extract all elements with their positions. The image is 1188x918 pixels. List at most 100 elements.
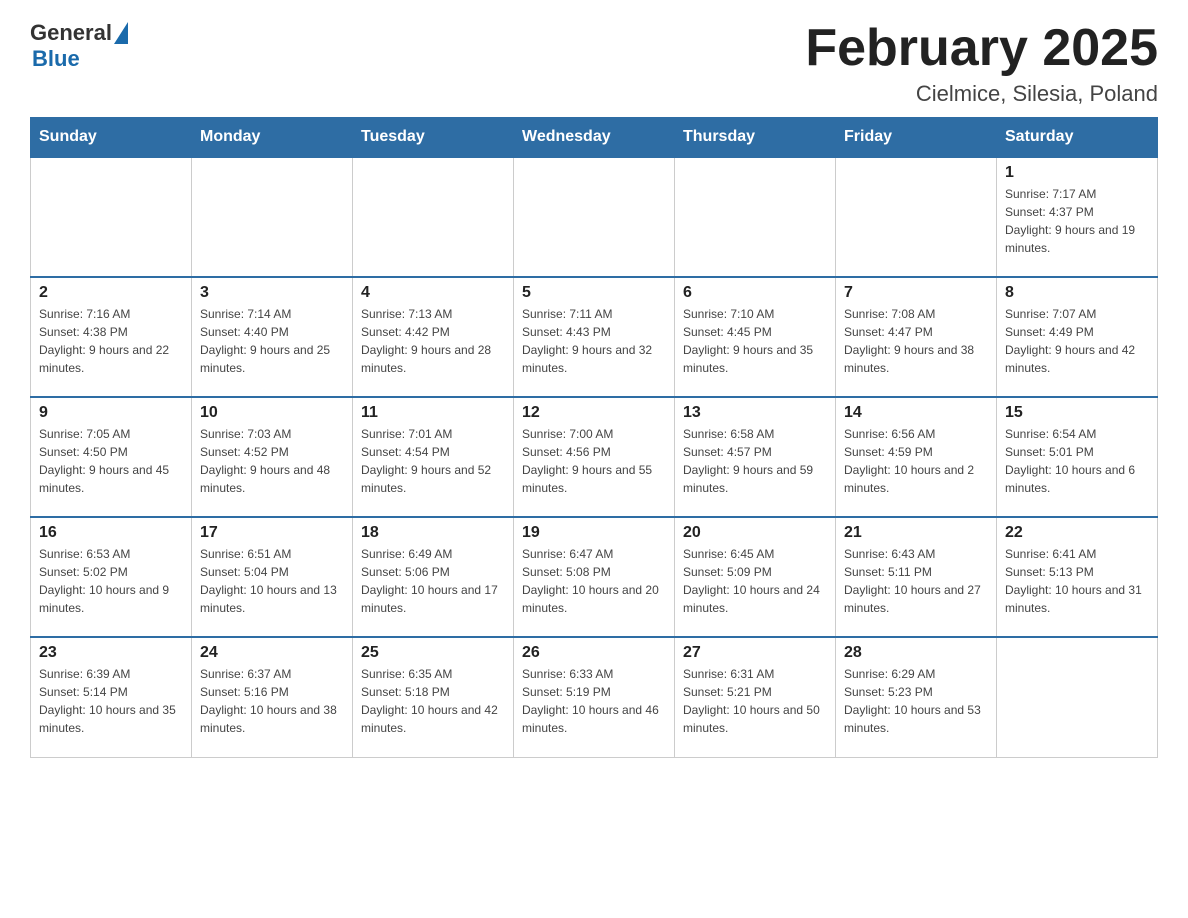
day-info: Sunrise: 6:49 AMSunset: 5:06 PMDaylight:… [361,545,505,617]
day-info: Sunrise: 6:51 AMSunset: 5:04 PMDaylight:… [200,545,344,617]
day-number: 17 [200,524,344,542]
day-number: 23 [39,644,183,662]
day-info: Sunrise: 6:35 AMSunset: 5:18 PMDaylight:… [361,665,505,737]
calendar-cell: 27 Sunrise: 6:31 AMSunset: 5:21 PMDayligh… [675,637,836,757]
calendar-cell: 18 Sunrise: 6:49 AMSunset: 5:06 PMDayligh… [353,517,514,637]
day-number: 14 [844,404,988,422]
day-number: 20 [683,524,827,542]
column-header-friday: Friday [836,118,997,158]
day-number: 13 [683,404,827,422]
calendar-week-row: 2Sunrise: 7:16 AMSunset: 4:38 PMDaylight… [31,277,1158,397]
calendar-cell [997,637,1158,757]
day-number: 7 [844,284,988,302]
calendar-cell: 20 Sunrise: 6:45 AMSunset: 5:09 PMDayligh… [675,517,836,637]
title-block: February 2025 Cielmice, Silesia, Poland [805,20,1158,107]
calendar-cell: 6Sunrise: 7:10 AMSunset: 4:45 PMDaylight… [675,277,836,397]
day-info: Sunrise: 7:17 AMSunset: 4:37 PMDaylight:… [1005,185,1149,257]
day-number: 27 [683,644,827,662]
day-number: 26 [522,644,666,662]
calendar-cell: 7Sunrise: 7:08 AMSunset: 4:47 PMDaylight… [836,277,997,397]
calendar-cell: 4 Sunrise: 7:13 AMSunset: 4:42 PMDaylight… [353,277,514,397]
column-header-saturday: Saturday [997,118,1158,158]
calendar-cell: 1 Sunrise: 7:17 AMSunset: 4:37 PMDaylight… [997,157,1158,277]
calendar-cell: 10Sunrise: 7:03 AMSunset: 4:52 PMDayligh… [192,397,353,517]
calendar-week-row: 16 Sunrise: 6:53 AMSunset: 5:02 PMDayligh… [31,517,1158,637]
calendar-cell: 12 Sunrise: 7:00 AMSunset: 4:56 PMDayligh… [514,397,675,517]
calendar-cell: 22 Sunrise: 6:41 AMSunset: 5:13 PMDayligh… [997,517,1158,637]
calendar-cell: 25Sunrise: 6:35 AMSunset: 5:18 PMDayligh… [353,637,514,757]
logo: General Blue [30,20,128,72]
day-info: Sunrise: 6:39 AMSunset: 5:14 PMDaylight:… [39,665,183,737]
day-number: 11 [361,404,505,422]
day-number: 28 [844,644,988,662]
day-info: Sunrise: 6:43 AMSunset: 5:11 PMDaylight:… [844,545,988,617]
day-number: 3 [200,284,344,302]
calendar-week-row: 9Sunrise: 7:05 AMSunset: 4:50 PMDaylight… [31,397,1158,517]
day-number: 4 [361,284,505,302]
day-number: 12 [522,404,666,422]
calendar-cell: 19 Sunrise: 6:47 AMSunset: 5:08 PMDayligh… [514,517,675,637]
day-info: Sunrise: 7:00 AMSunset: 4:56 PMDaylight:… [522,425,666,497]
calendar-cell: 16 Sunrise: 6:53 AMSunset: 5:02 PMDayligh… [31,517,192,637]
page-header: General Blue February 2025 Cielmice, Sil… [30,20,1158,107]
calendar-cell: 23 Sunrise: 6:39 AMSunset: 5:14 PMDayligh… [31,637,192,757]
calendar-cell: 13 Sunrise: 6:58 AMSunset: 4:57 PMDayligh… [675,397,836,517]
calendar-cell [192,157,353,277]
calendar-cell [675,157,836,277]
day-info: Sunrise: 6:47 AMSunset: 5:08 PMDaylight:… [522,545,666,617]
day-info: Sunrise: 7:11 AMSunset: 4:43 PMDaylight:… [522,305,666,377]
day-number: 15 [1005,404,1149,422]
calendar-cell: 5 Sunrise: 7:11 AMSunset: 4:43 PMDaylight… [514,277,675,397]
day-info: Sunrise: 6:58 AMSunset: 4:57 PMDaylight:… [683,425,827,497]
day-number: 19 [522,524,666,542]
day-number: 8 [1005,284,1149,302]
day-info: Sunrise: 7:13 AMSunset: 4:42 PMDaylight:… [361,305,505,377]
calendar-table: SundayMondayTuesdayWednesdayThursdayFrid… [30,117,1158,758]
calendar-week-row: 1 Sunrise: 7:17 AMSunset: 4:37 PMDaylight… [31,157,1158,277]
day-number: 24 [200,644,344,662]
day-number: 9 [39,404,183,422]
day-info: Sunrise: 6:53 AMSunset: 5:02 PMDaylight:… [39,545,183,617]
day-info: Sunrise: 7:01 AMSunset: 4:54 PMDaylight:… [361,425,505,497]
calendar-cell: 11 Sunrise: 7:01 AMSunset: 4:54 PMDayligh… [353,397,514,517]
calendar-subtitle: Cielmice, Silesia, Poland [805,81,1158,107]
day-number: 16 [39,524,183,542]
calendar-title: February 2025 [805,20,1158,77]
calendar-cell: 8 Sunrise: 7:07 AMSunset: 4:49 PMDaylight… [997,277,1158,397]
day-number: 10 [200,404,344,422]
day-info: Sunrise: 7:16 AMSunset: 4:38 PMDaylight:… [39,305,183,377]
day-number: 22 [1005,524,1149,542]
column-header-thursday: Thursday [675,118,836,158]
day-info: Sunrise: 6:31 AMSunset: 5:21 PMDaylight:… [683,665,827,737]
day-info: Sunrise: 7:14 AMSunset: 4:40 PMDaylight:… [200,305,344,377]
calendar-cell [836,157,997,277]
calendar-cell: 21Sunrise: 6:43 AMSunset: 5:11 PMDayligh… [836,517,997,637]
calendar-cell: 26 Sunrise: 6:33 AMSunset: 5:19 PMDayligh… [514,637,675,757]
column-header-wednesday: Wednesday [514,118,675,158]
day-number: 6 [683,284,827,302]
day-info: Sunrise: 6:54 AMSunset: 5:01 PMDaylight:… [1005,425,1149,497]
calendar-header-row: SundayMondayTuesdayWednesdayThursdayFrid… [31,118,1158,158]
day-number: 18 [361,524,505,542]
day-info: Sunrise: 6:33 AMSunset: 5:19 PMDaylight:… [522,665,666,737]
calendar-week-row: 23 Sunrise: 6:39 AMSunset: 5:14 PMDayligh… [31,637,1158,757]
calendar-cell [353,157,514,277]
calendar-cell: 3 Sunrise: 7:14 AMSunset: 4:40 PMDaylight… [192,277,353,397]
column-header-monday: Monday [192,118,353,158]
column-header-tuesday: Tuesday [353,118,514,158]
day-number: 1 [1005,164,1149,182]
calendar-cell: 17 Sunrise: 6:51 AMSunset: 5:04 PMDayligh… [192,517,353,637]
day-info: Sunrise: 6:29 AMSunset: 5:23 PMDaylight:… [844,665,988,737]
day-info: Sunrise: 6:56 AMSunset: 4:59 PMDaylight:… [844,425,988,497]
calendar-cell: 24 Sunrise: 6:37 AMSunset: 5:16 PMDayligh… [192,637,353,757]
calendar-cell [514,157,675,277]
day-info: Sunrise: 7:07 AMSunset: 4:49 PMDaylight:… [1005,305,1149,377]
day-info: Sunrise: 6:45 AMSunset: 5:09 PMDaylight:… [683,545,827,617]
day-info: Sunrise: 6:37 AMSunset: 5:16 PMDaylight:… [200,665,344,737]
day-number: 5 [522,284,666,302]
calendar-cell: 9Sunrise: 7:05 AMSunset: 4:50 PMDaylight… [31,397,192,517]
day-info: Sunrise: 6:41 AMSunset: 5:13 PMDaylight:… [1005,545,1149,617]
logo-triangle-icon [114,22,128,44]
column-header-sunday: Sunday [31,118,192,158]
logo-general-text: General [30,20,112,46]
